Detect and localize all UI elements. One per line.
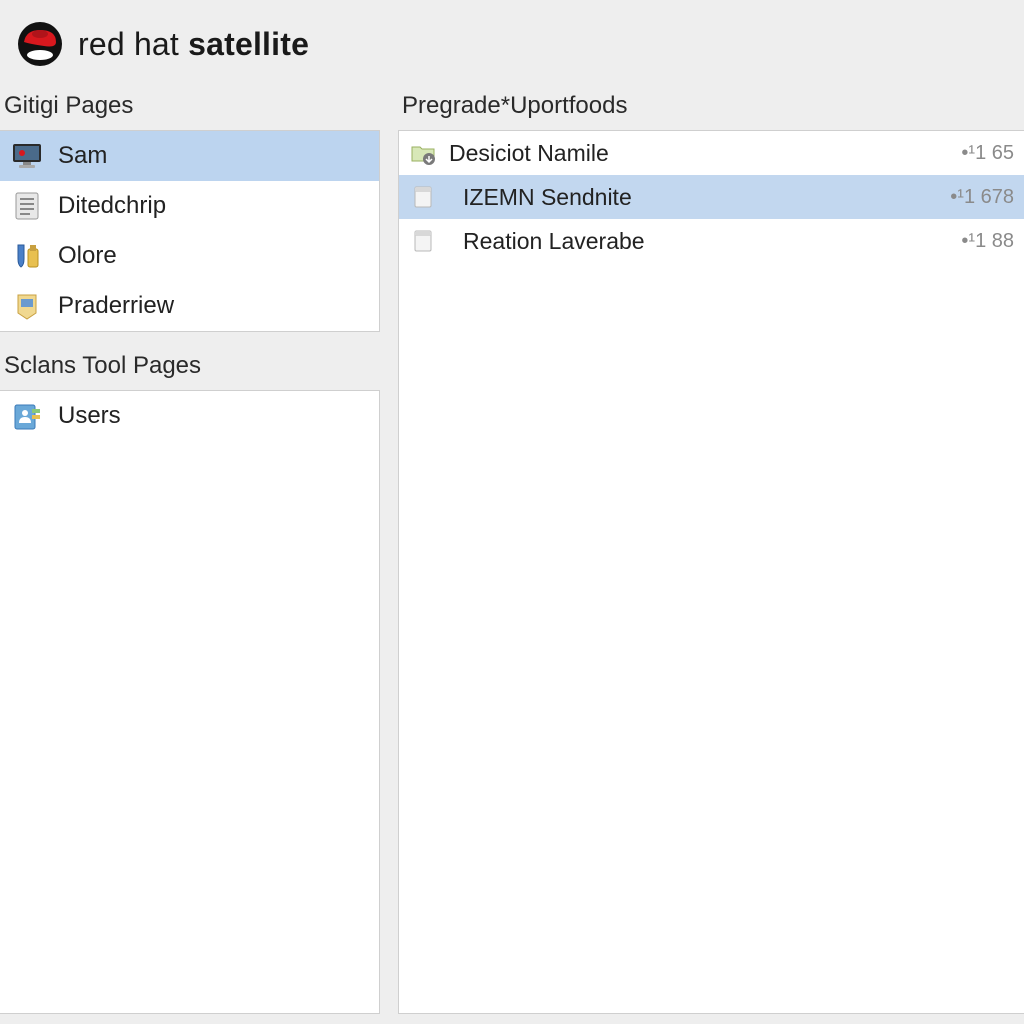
- list-item-meta: •¹1 88: [961, 230, 1014, 253]
- page-icon: [409, 227, 437, 255]
- brand-bold: satellite: [188, 26, 309, 62]
- monitor-icon: [10, 139, 44, 173]
- main-list-panel: Desiciot Namile •¹1 65 IZEMN Sendnite •¹…: [398, 130, 1024, 1014]
- list-item-label: Desiciot Namile: [449, 140, 949, 167]
- document-lines-icon: [10, 189, 44, 223]
- badge-icon: [10, 289, 44, 323]
- sidebar-section-title: Gitigi Pages: [0, 90, 380, 130]
- list-item-desiciot[interactable]: Desiciot Namile •¹1 65: [399, 131, 1024, 175]
- sidebar-item-label: Sam: [58, 142, 369, 170]
- users-icon: [10, 399, 44, 433]
- sidebar-item-label: Olore: [58, 242, 369, 270]
- sidebar: Gitigi Pages Sam: [0, 90, 380, 1014]
- brand-text: red hat satellite: [78, 26, 309, 63]
- brand-prefix: red hat: [78, 26, 188, 62]
- main-title: Pregrade*Uportfoods: [398, 90, 1024, 130]
- list-item-izemn[interactable]: IZEMN Sendnite •¹1 678: [399, 175, 1024, 219]
- sidebar-section-gitigi: Gitigi Pages Sam: [0, 90, 380, 332]
- sidebar-item-praderriew[interactable]: Praderriew: [0, 281, 379, 331]
- sidebar-section-title: Sclans Tool Pages: [0, 350, 380, 390]
- list-item-reation[interactable]: Reation Laverabe •¹1 88: [399, 219, 1024, 263]
- sidebar-panel: Sam Ditedchrip: [0, 130, 380, 332]
- sidebar-item-ditedchrip[interactable]: Ditedchrip: [0, 181, 379, 231]
- redhat-logo: [16, 20, 64, 68]
- sidebar-item-olore[interactable]: Olore: [0, 231, 379, 281]
- sidebar-item-label: Praderriew: [58, 292, 369, 320]
- sidebar-item-sam[interactable]: Sam: [0, 131, 379, 181]
- list-item-label: Reation Laverabe: [449, 228, 949, 255]
- list-item-label: IZEMN Sendnite: [449, 184, 938, 211]
- page-icon: [409, 183, 437, 211]
- sidebar-item-label: Ditedchrip: [58, 192, 369, 220]
- sidebar-panel: Users: [0, 390, 380, 1014]
- sidebar-section-sclans: Sclans Tool Pages Users: [0, 350, 380, 1014]
- sidebar-item-label: Users: [58, 402, 369, 430]
- list-item-meta: •¹1 65: [961, 142, 1014, 165]
- list-item-meta: •¹1 678: [950, 186, 1014, 209]
- folder-arrow-icon: [409, 139, 437, 167]
- tools-icon: [10, 239, 44, 273]
- app-header: red hat satellite: [0, 0, 1024, 90]
- sidebar-item-users[interactable]: Users: [0, 391, 379, 441]
- main-pane: Pregrade*Uportfoods Desiciot Namile •¹1 …: [380, 90, 1024, 1014]
